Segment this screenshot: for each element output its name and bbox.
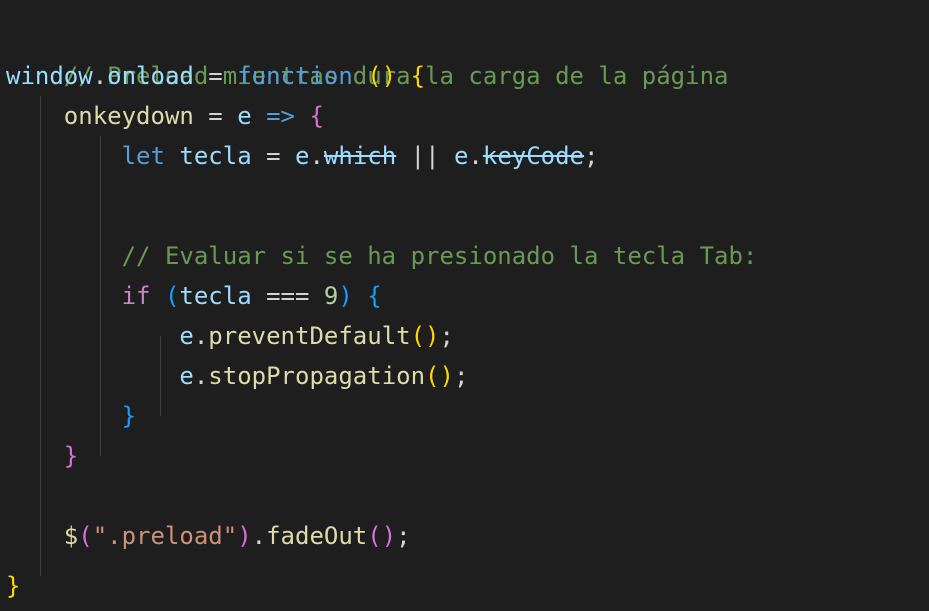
identifier: window	[6, 62, 93, 90]
method-call: fadeOut	[266, 522, 368, 550]
string-literal: ".preload"	[92, 522, 238, 550]
punctuation: .	[193, 362, 209, 390]
identifier: tecla	[179, 142, 252, 170]
punctuation: .	[251, 522, 267, 550]
bracket: )	[338, 282, 353, 310]
brace: {	[367, 282, 382, 310]
identifier: e	[179, 322, 194, 350]
code-line-9[interactable]: e.stopPropagation();	[6, 356, 468, 396]
arrow-operator: =>	[251, 102, 310, 130]
operator: =	[193, 102, 238, 130]
code-line-6[interactable]: // Evaluar si se ha presionado la tecla …	[6, 236, 758, 276]
code-line-7[interactable]: if (tecla === 9) {	[6, 276, 382, 316]
punctuation: .	[309, 142, 324, 170]
brace: }	[63, 442, 79, 470]
deprecated-property: keyCode	[482, 142, 585, 170]
punctuation: ;	[584, 142, 599, 170]
code-line-14[interactable]: }	[6, 566, 20, 606]
punctuation: .	[468, 142, 483, 170]
code-line-11[interactable]: }	[6, 436, 78, 476]
code-line-1[interactable]: // Preload mientras dura la carga de la …	[6, 16, 729, 90]
code-line-8[interactable]: e.preventDefault();	[6, 316, 454, 356]
punctuation: .	[193, 322, 209, 350]
method-call: preventDefault	[208, 322, 411, 350]
jquery-function: $	[63, 522, 79, 550]
operator: ||	[396, 142, 454, 170]
code-line-13[interactable]: $(".preload").fadeOut();	[6, 516, 411, 556]
comment: // Evaluar si se ha presionado la tecla …	[121, 242, 758, 270]
keyword: let	[121, 142, 165, 170]
bracket: (	[164, 282, 180, 310]
identifier: onkeydown	[63, 102, 194, 130]
brace: {	[410, 62, 426, 90]
identifier: e	[295, 142, 310, 170]
identifier: e	[453, 142, 469, 170]
punctuation: .	[92, 62, 108, 90]
code-line-3[interactable]: onkeydown = e => {	[6, 96, 324, 136]
method-call: stopPropagation	[208, 362, 426, 390]
code-line-10[interactable]: }	[6, 396, 136, 436]
bracket: (	[78, 522, 93, 550]
punctuation: ;	[439, 322, 454, 350]
brace: }	[121, 402, 137, 430]
identifier: e	[179, 362, 194, 390]
code-editor[interactable]: // Preload mientras dura la carga de la …	[0, 0, 929, 611]
code-line-4[interactable]: let tecla = e.which || e.keyCode;	[6, 136, 599, 176]
number-literal: 9	[323, 282, 339, 310]
keyword: function	[237, 62, 353, 90]
bracket: ()	[425, 362, 454, 390]
bracket: )	[237, 522, 252, 550]
identifier: tecla	[179, 282, 252, 310]
bracket: ()	[410, 322, 440, 350]
brace: }	[6, 572, 21, 600]
operator: =	[251, 142, 296, 170]
punctuation: ;	[396, 522, 411, 550]
operator: ===	[251, 282, 324, 310]
property: onload	[107, 62, 194, 90]
parameter: e	[237, 102, 252, 130]
bracket: ()	[367, 522, 397, 550]
deprecated-property: which	[323, 142, 397, 170]
punctuation: ;	[453, 362, 469, 390]
keyword: if	[121, 282, 151, 310]
operator: =	[193, 62, 238, 90]
bracket: (	[367, 62, 382, 90]
bracket: )	[381, 62, 397, 90]
code-line-2[interactable]: window.onload = function () {	[6, 56, 425, 96]
brace: {	[309, 102, 324, 130]
